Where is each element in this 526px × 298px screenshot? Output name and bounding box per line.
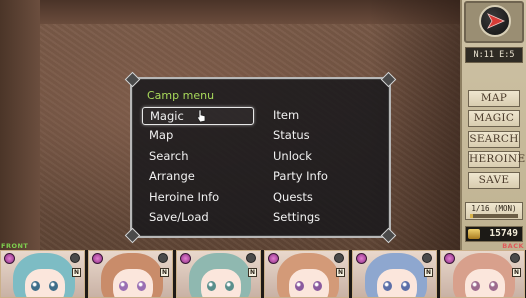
menu-item-settings[interactable]: Settings bbox=[266, 209, 366, 227]
portrait-eye bbox=[295, 281, 304, 291]
day-progress-bar bbox=[470, 214, 518, 218]
party-member-portrait[interactable]: N bbox=[440, 250, 525, 298]
row-badge: N bbox=[424, 268, 433, 277]
party-bar: FRONT BACK N N N N N N bbox=[0, 242, 526, 298]
equipment-icon bbox=[422, 253, 432, 263]
status-orb-icon bbox=[356, 253, 367, 264]
row-badge: N bbox=[336, 268, 345, 277]
row-badge: N bbox=[160, 268, 169, 277]
magic-button[interactable]: MAGIC bbox=[468, 110, 520, 127]
portrait-eye bbox=[31, 281, 40, 291]
menu-item-quests[interactable]: Quests bbox=[266, 189, 366, 207]
hand-cursor-icon bbox=[196, 109, 206, 123]
row-badge: N bbox=[512, 268, 521, 277]
portrait-eye bbox=[489, 281, 498, 291]
menu-item-status[interactable]: Status bbox=[266, 127, 366, 145]
equipment-icon bbox=[158, 253, 168, 263]
compass-frame bbox=[464, 1, 524, 43]
save-button[interactable]: SAVE bbox=[468, 172, 520, 189]
menu-item-item[interactable]: Item bbox=[266, 107, 366, 125]
gold-chest-icon bbox=[468, 229, 480, 239]
portrait-eye bbox=[313, 281, 322, 291]
back-row-label: BACK bbox=[502, 242, 524, 250]
portrait-eye bbox=[137, 281, 146, 291]
row-badge: N bbox=[72, 268, 81, 277]
menu-item-map[interactable]: Map bbox=[142, 127, 254, 145]
status-orb-icon bbox=[4, 253, 15, 264]
party-member-portrait[interactable]: N bbox=[352, 250, 437, 298]
gold-display: 15749 bbox=[465, 226, 523, 242]
equipment-icon bbox=[246, 253, 256, 263]
compass-icon bbox=[479, 5, 511, 37]
menu-item-save-load[interactable]: Save/Load bbox=[142, 209, 254, 227]
equipment-icon bbox=[510, 253, 520, 263]
status-orb-icon bbox=[444, 253, 455, 264]
camp-menu-title: Camp menu bbox=[147, 89, 215, 102]
dungeon-left-wall bbox=[0, 0, 40, 250]
menu-item-search[interactable]: Search bbox=[142, 148, 254, 166]
status-orb-icon bbox=[268, 253, 279, 264]
status-orb-icon bbox=[180, 253, 191, 264]
calendar-display: 1/16 (MON) bbox=[465, 202, 523, 220]
heroine-button[interactable]: HEROINE bbox=[468, 151, 525, 168]
side-panel: N:11 E:5 MAP MAGIC SEARCH HEROINE SAVE 1… bbox=[460, 0, 526, 250]
portrait-eye bbox=[471, 281, 480, 291]
menu-item-party-info[interactable]: Party Info bbox=[266, 168, 366, 186]
portrait-eye bbox=[383, 281, 392, 291]
menu-item-arrange[interactable]: Arrange bbox=[142, 168, 254, 186]
search-button[interactable]: SEARCH bbox=[468, 131, 520, 148]
party-member-portrait[interactable]: N bbox=[88, 250, 173, 298]
row-badge: N bbox=[248, 268, 257, 277]
camp-menu-dialog: Camp menu Magic Item Map Status Search U… bbox=[124, 71, 397, 244]
gold-amount: 15749 bbox=[489, 228, 518, 239]
portrait-eye bbox=[49, 281, 58, 291]
status-orb-icon bbox=[92, 253, 103, 264]
coordinates-readout: N:11 E:5 bbox=[465, 47, 523, 63]
menu-item-unlock[interactable]: Unlock bbox=[266, 148, 366, 166]
portrait-eye bbox=[401, 281, 410, 291]
date-label: 1/16 (MON) bbox=[471, 204, 517, 213]
equipment-icon bbox=[70, 253, 80, 263]
menu-item-heroine-info[interactable]: Heroine Info bbox=[142, 189, 254, 207]
front-row-label: FRONT bbox=[1, 242, 29, 250]
portrait-eye bbox=[225, 281, 234, 291]
party-member-portrait[interactable]: N bbox=[264, 250, 349, 298]
portrait-eye bbox=[207, 281, 216, 291]
map-button[interactable]: MAP bbox=[468, 90, 520, 107]
portrait-eye bbox=[119, 281, 128, 291]
party-member-portrait[interactable]: N bbox=[0, 250, 85, 298]
party-member-portrait[interactable]: N bbox=[176, 250, 261, 298]
equipment-icon bbox=[334, 253, 344, 263]
